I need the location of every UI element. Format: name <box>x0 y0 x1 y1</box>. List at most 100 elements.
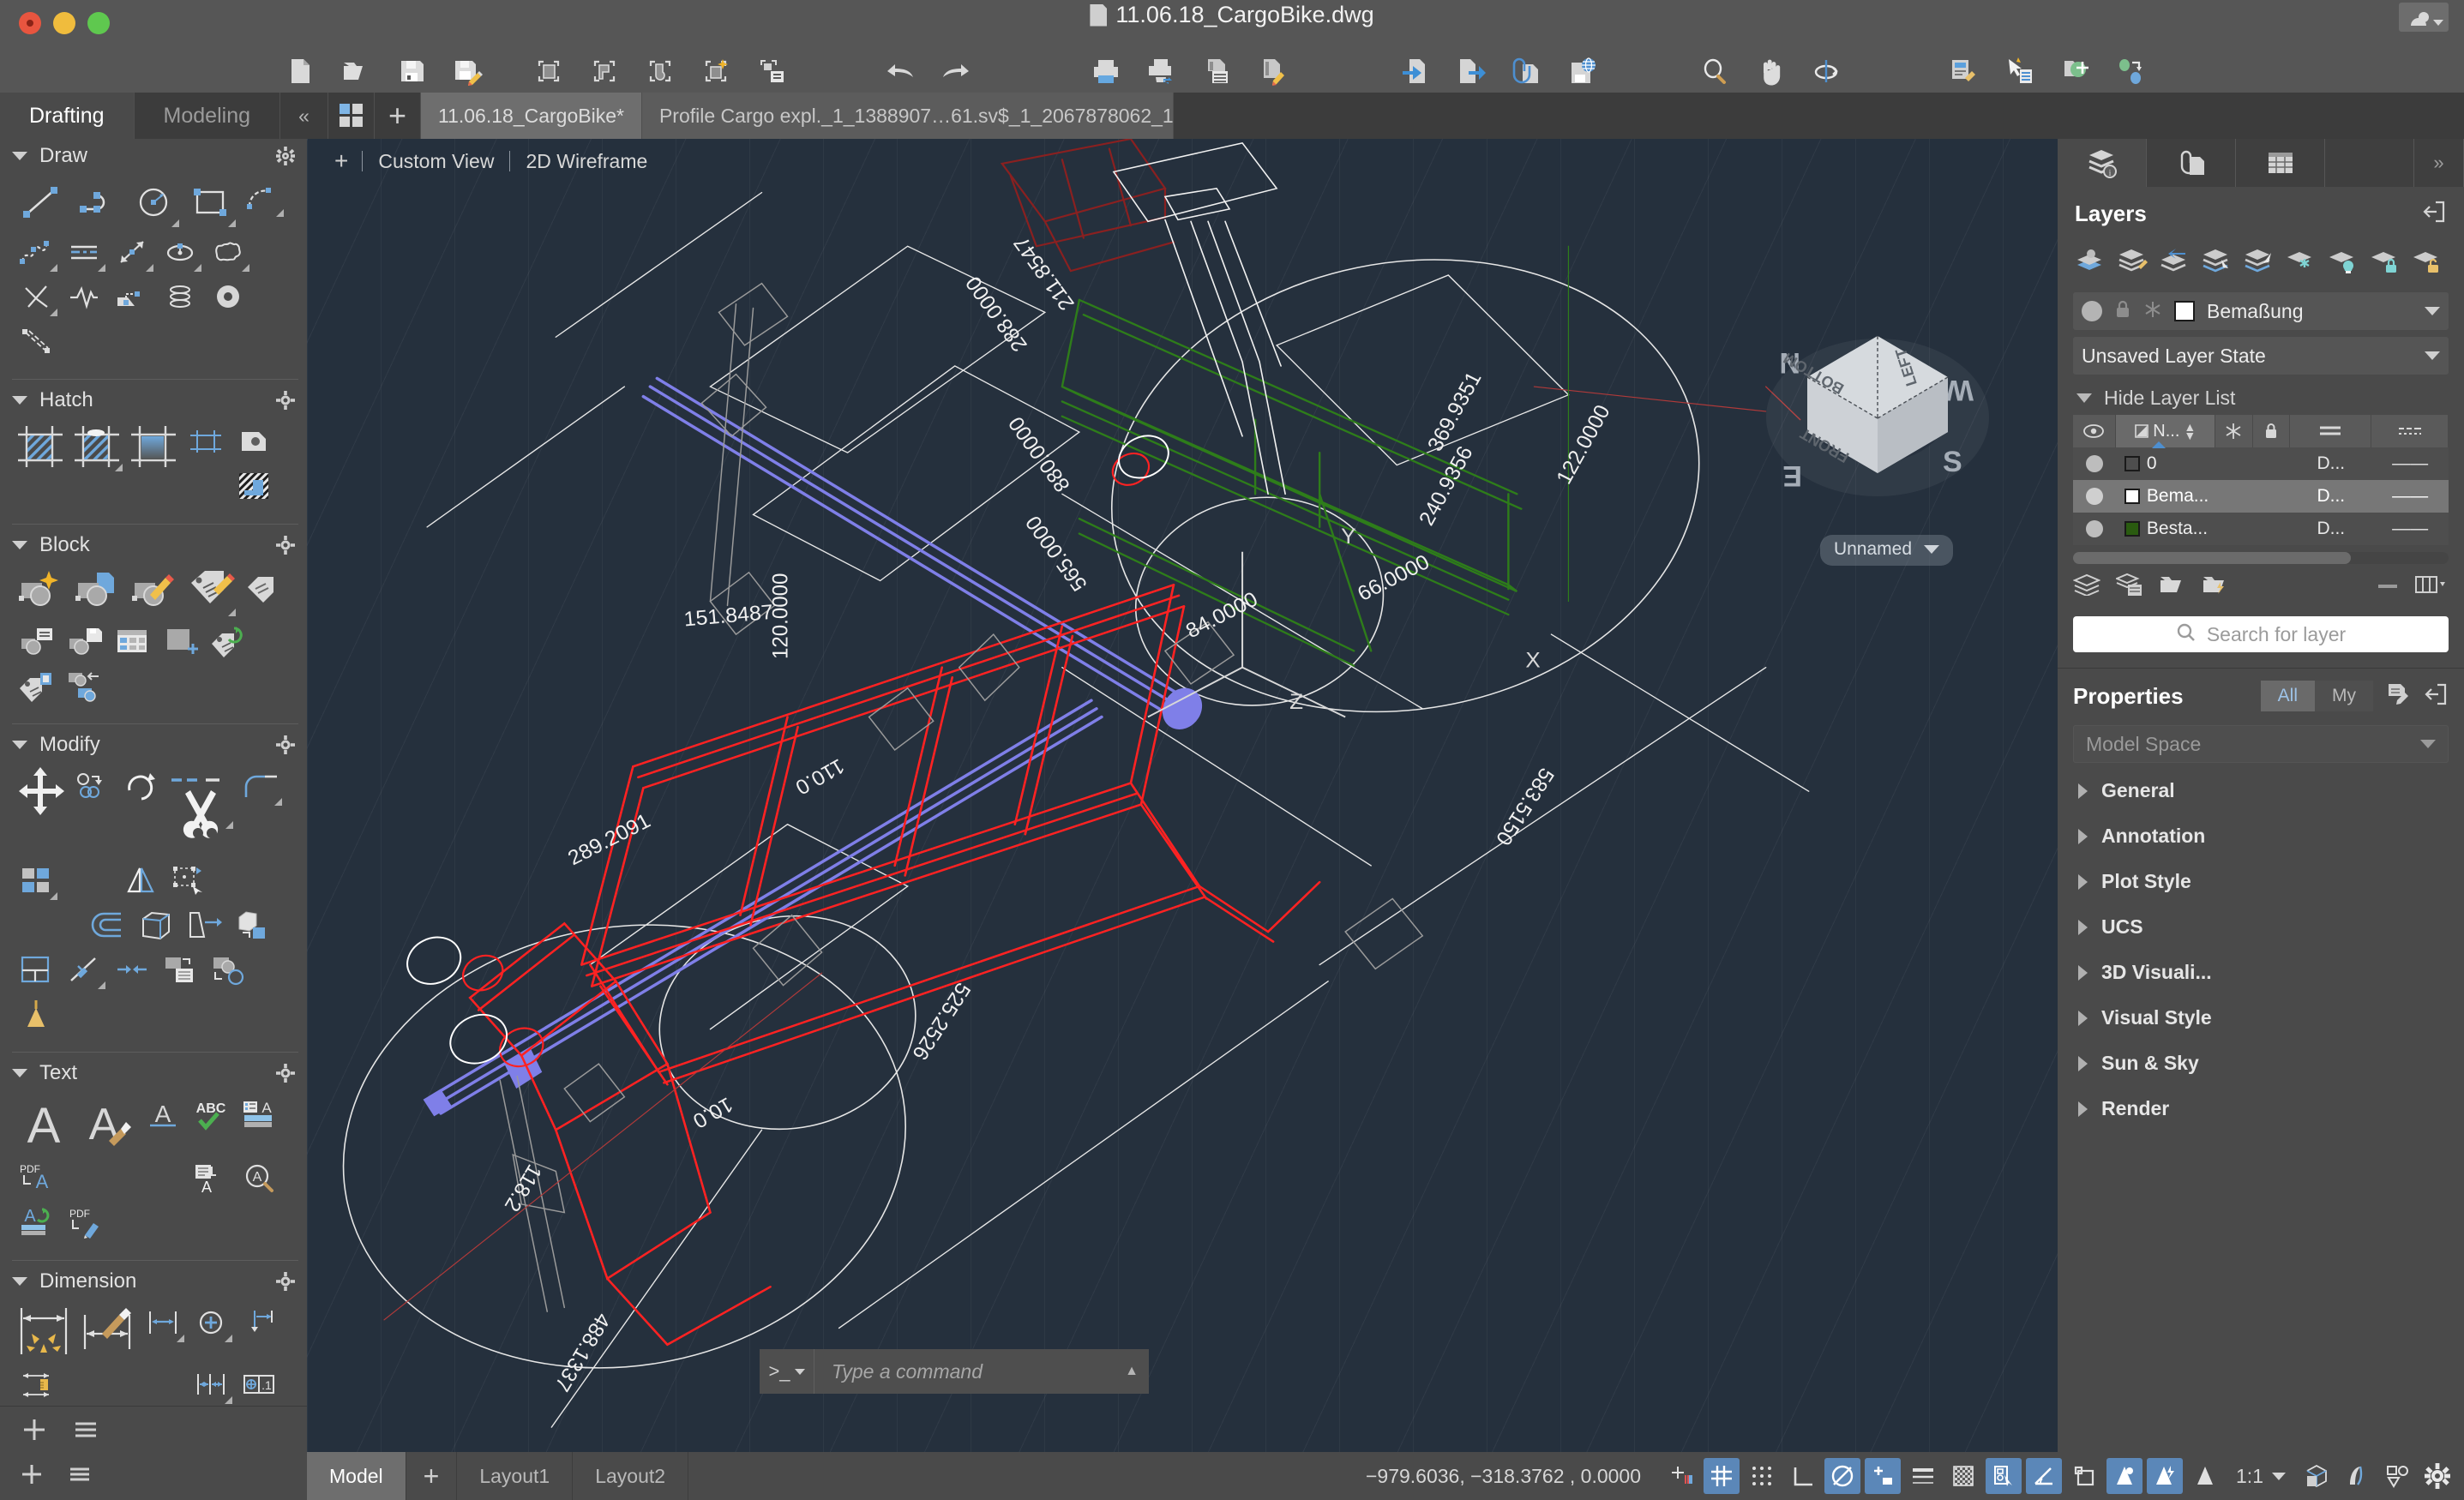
add-panel-icon[interactable] <box>19 1461 45 1491</box>
snap-icon[interactable] <box>1744 1458 1780 1494</box>
array-icon[interactable] <box>12 858 60 903</box>
select-all-icon[interactable] <box>532 54 566 88</box>
save-icon[interactable] <box>394 54 429 88</box>
minimize-window-button[interactable] <box>53 12 75 34</box>
spline-icon[interactable] <box>12 230 60 274</box>
xline-icon[interactable] <box>12 274 60 319</box>
new-document-tab-button[interactable]: + <box>375 93 421 139</box>
text-list-icon[interactable]: A <box>235 1092 283 1137</box>
import-icon[interactable] <box>1397 54 1432 88</box>
block-replace-icon[interactable] <box>60 663 108 708</box>
break-icon[interactable] <box>60 947 108 992</box>
rectangle-icon[interactable] <box>182 175 238 230</box>
layer-search-box[interactable]: Search for layer <box>2073 616 2449 652</box>
property-group-general[interactable]: General <box>2058 768 2464 813</box>
layer-off-icon[interactable] <box>2323 241 2363 280</box>
spell-check-icon[interactable]: ABC <box>187 1092 235 1137</box>
row-color-swatch[interactable] <box>2124 489 2140 504</box>
table-row[interactable]: Besta... D... —— <box>2073 513 2449 545</box>
ellipse-icon[interactable] <box>156 230 204 274</box>
layer-freeze-icon[interactable] <box>2281 241 2321 280</box>
construction-line-icon[interactable] <box>60 230 108 274</box>
freehand-icon[interactable] <box>60 274 108 319</box>
hardware-accel-icon[interactable] <box>2339 1458 2375 1494</box>
close-window-button[interactable] <box>19 12 41 34</box>
solid-fill-icon[interactable] <box>230 419 278 464</box>
undock-layers-icon[interactable] <box>2421 199 2447 229</box>
open-icon[interactable] <box>339 54 373 88</box>
text-style-icon[interactable]: A <box>75 1092 139 1155</box>
boundary-create-icon[interactable] <box>182 419 230 464</box>
column-name[interactable]: N... ▲ ▼ <box>2115 415 2215 448</box>
join-icon[interactable] <box>84 903 132 947</box>
block-new-icon[interactable] <box>156 619 204 663</box>
redo-icon[interactable] <box>939 54 973 88</box>
create-block-icon[interactable] <box>12 564 69 619</box>
select-window-icon[interactable] <box>643 54 677 88</box>
layer-state-combo[interactable]: Unsaved Layer State <box>2073 337 2449 375</box>
trim-icon[interactable] <box>165 764 237 858</box>
layer-make-current-icon[interactable] <box>2197 241 2237 280</box>
layer-lock-icon[interactable] <box>2114 300 2131 323</box>
more-tabs-icon[interactable]: » <box>2414 139 2464 187</box>
row-color-swatch[interactable] <box>2124 521 2140 537</box>
maximize-window-button[interactable] <box>87 12 110 34</box>
extrude-icon[interactable] <box>228 903 276 947</box>
workspace-icon[interactable] <box>2299 1458 2335 1494</box>
tolerance-icon[interactable]: .1 <box>235 1362 283 1406</box>
workspace-tab-modeling[interactable]: Modeling <box>135 93 280 139</box>
attachments-tab-icon[interactable] <box>2147 139 2236 187</box>
property-group-3d-visualisation[interactable]: 3D Visuali... <box>2058 950 2464 995</box>
annotation-scale-icon[interactable] <box>2187 1458 2223 1494</box>
arc-icon[interactable] <box>238 175 286 219</box>
row-visibility-toggle[interactable] <box>2085 488 2103 505</box>
dim-scale-icon[interactable] <box>12 1362 60 1406</box>
object-snap-icon[interactable] <box>1865 1458 1902 1494</box>
property-group-sun-and-sky[interactable]: Sun & Sky <box>2058 1041 2464 1086</box>
erase-icon[interactable] <box>12 992 60 1036</box>
export-icon[interactable] <box>1453 54 1487 88</box>
attach-icon[interactable] <box>1509 54 1543 88</box>
point-cloud-icon[interactable] <box>2058 54 2092 88</box>
define-attribute-icon[interactable] <box>182 564 238 619</box>
revision-cloud-icon[interactable] <box>204 230 252 274</box>
section-header-block[interactable]: Block <box>0 528 307 562</box>
donut-icon[interactable] <box>204 274 252 319</box>
select-similar-icon[interactable] <box>587 54 622 88</box>
mirror-icon[interactable] <box>117 858 165 903</box>
find-text-icon[interactable]: A <box>235 1155 283 1200</box>
dimension-icon[interactable] <box>12 1300 75 1362</box>
viewport-view-name[interactable]: Custom View <box>364 150 508 173</box>
layer-unlock-icon[interactable] <box>2407 241 2447 280</box>
autoscale-icon[interactable] <box>2147 1458 2184 1494</box>
linear-dim-icon[interactable] <box>139 1300 187 1345</box>
column-linetype[interactable] <box>2371 415 2449 447</box>
section-header-text[interactable]: Text <box>0 1056 307 1090</box>
section-header-dimension[interactable]: Dimension <box>0 1264 307 1299</box>
command-prompt-button[interactable]: >_ <box>760 1349 814 1394</box>
copy-icon[interactable] <box>69 764 117 808</box>
gear-icon[interactable] <box>276 147 295 165</box>
save-as-icon[interactable] <box>450 54 484 88</box>
move-icon[interactable] <box>12 764 69 819</box>
column-visibility[interactable] <box>2073 415 2116 447</box>
viewport-name-selector[interactable]: Unnamed <box>1819 535 1953 566</box>
polar-icon[interactable] <box>1824 1458 1861 1494</box>
block-table-icon[interactable] <box>108 619 156 663</box>
hatch-edit-icon[interactable] <box>69 419 125 474</box>
rotate-icon[interactable] <box>117 764 165 808</box>
columns-icon[interactable] <box>2414 574 2449 599</box>
viewport-config-button[interactable]: + <box>322 147 360 175</box>
hatch-region-icon[interactable] <box>230 464 278 508</box>
boundary-icon[interactable] <box>108 274 156 319</box>
workspace-tab-drafting[interactable]: Drafting <box>0 93 135 139</box>
property-group-ucs[interactable]: UCS <box>2058 904 2464 950</box>
property-group-visual-style[interactable]: Visual Style <box>2058 995 2464 1041</box>
layer-match-icon[interactable] <box>2113 241 2153 280</box>
property-group-plot-style[interactable]: Plot Style <box>2058 859 2464 904</box>
text-sync-icon[interactable]: A <box>12 1200 60 1245</box>
text-underline-icon[interactable]: A <box>139 1092 187 1137</box>
table-tab-icon[interactable] <box>2236 139 2325 187</box>
single-text-icon[interactable]: A <box>12 1092 75 1155</box>
gradient-icon[interactable] <box>125 419 182 474</box>
